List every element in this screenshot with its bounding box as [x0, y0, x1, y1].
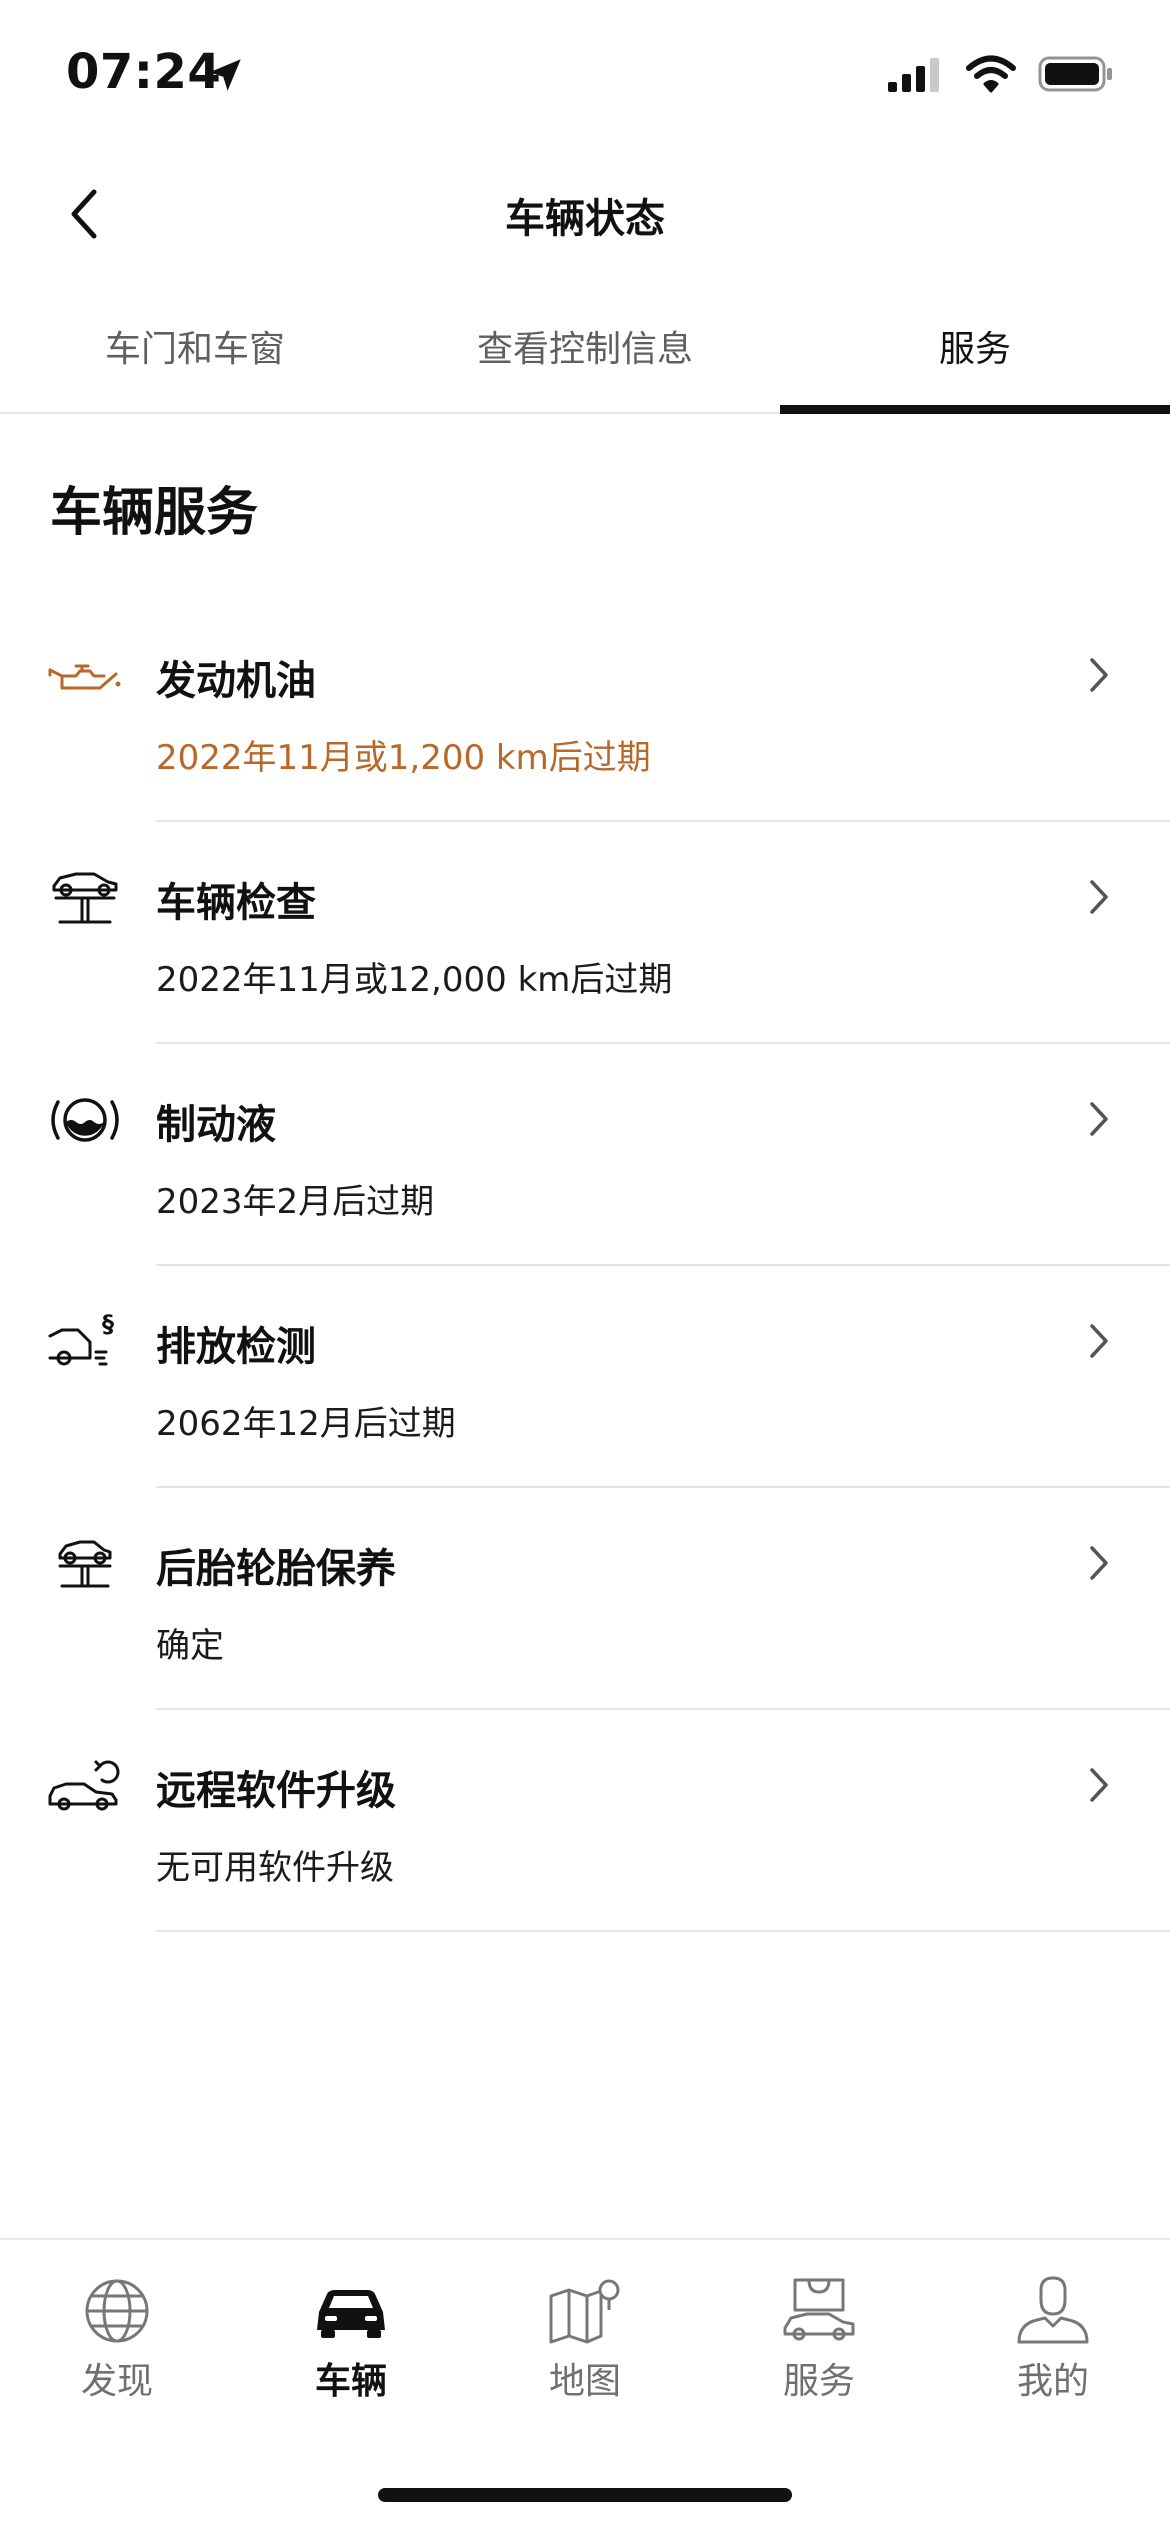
car-icon	[317, 2290, 385, 2338]
home-indicator[interactable]	[378, 2488, 792, 2502]
chevron-right-icon	[1090, 880, 1108, 914]
cellular-signal-icon	[888, 58, 939, 92]
service-status: 确定	[156, 1626, 224, 1666]
divider	[156, 1930, 1170, 1932]
chevron-right-icon	[1090, 1324, 1108, 1358]
service-list: 发动机油 2022年11月或1,200 km后过期 车辆检查 2022年11月或…	[0, 600, 1170, 1932]
section-title: 车辆服务	[50, 483, 259, 543]
service-title: 制动液	[156, 1102, 276, 1148]
globe-icon	[85, 2279, 149, 2343]
bottom-nav-discover[interactable]: 发现	[0, 2240, 234, 2410]
page-title: 车辆状态	[505, 196, 665, 242]
service-item-engine-oil[interactable]: 发动机油 2022年11月或1,200 km后过期	[0, 600, 1170, 822]
tab-service[interactable]: 服务	[780, 296, 1170, 414]
emission-test-icon: §	[48, 1310, 114, 1366]
user-icon	[1017, 2276, 1089, 2344]
battery-icon	[1038, 56, 1112, 92]
shopping-car-icon	[783, 2278, 855, 2341]
bottom-nav-label: 地图	[548, 2361, 621, 2402]
engine-oil-icon	[48, 664, 121, 690]
bottom-nav-label: 车辆	[314, 2361, 387, 2402]
service-title: 后胎轮胎保养	[156, 1546, 396, 1592]
chevron-right-icon	[1090, 1102, 1108, 1136]
remote-software-upgrade-icon	[48, 1760, 120, 1811]
tab-bar: 车门和车窗 查看控制信息 服务	[0, 296, 1170, 414]
vehicle-lift-icon	[52, 872, 118, 924]
service-status: 无可用软件升级	[156, 1848, 394, 1888]
service-title: 排放检测	[156, 1324, 316, 1370]
service-item-remote-software-upgrade[interactable]: 远程软件升级 无可用软件升级	[0, 1710, 1170, 1932]
tab-check-control[interactable]: 查看控制信息	[390, 296, 780, 412]
service-title: 车辆检查	[156, 880, 316, 926]
location-arrow-icon	[209, 59, 241, 91]
bottom-nav-label: 我的	[1016, 2361, 1089, 2402]
bottom-nav-map[interactable]: 地图	[468, 2240, 702, 2410]
bottom-nav-profile[interactable]: 我的	[936, 2240, 1170, 2410]
service-item-brake-fluid[interactable]: 制动液 2023年2月后过期	[0, 1044, 1170, 1266]
wifi-icon	[966, 55, 1016, 93]
status-indicators	[888, 54, 1114, 94]
service-title: 远程软件升级	[156, 1768, 396, 1814]
nav-bar: 车辆状态	[0, 160, 1170, 270]
svg-text:§: §	[102, 1310, 114, 1338]
bottom-nav-service[interactable]: 服务	[702, 2240, 936, 2410]
map-icon	[549, 2279, 620, 2344]
chevron-right-icon	[1090, 658, 1108, 692]
service-status: 2022年11月或1,200 km后过期	[156, 738, 651, 778]
service-title: 发动机油	[156, 658, 316, 704]
service-status: 2022年11月或12,000 km后过期	[156, 960, 673, 1000]
status-time: 07:24	[66, 44, 222, 100]
bottom-nav-label: 发现	[80, 2361, 153, 2402]
tire-service-icon	[58, 1540, 112, 1588]
chevron-right-icon	[1090, 1546, 1108, 1580]
brake-fluid-icon	[51, 1098, 119, 1142]
bottom-nav-label: 服务	[782, 2361, 855, 2402]
tab-doors-windows[interactable]: 车门和车窗	[0, 296, 390, 412]
service-item-emission-test[interactable]: § 排放检测 2062年12月后过期	[0, 1266, 1170, 1488]
bottom-nav-vehicle[interactable]: 车辆	[234, 2240, 468, 2410]
service-item-vehicle-check[interactable]: 车辆检查 2022年11月或12,000 km后过期	[0, 822, 1170, 1044]
service-status: 2023年2月后过期	[156, 1182, 435, 1222]
service-status: 2062年12月后过期	[156, 1404, 456, 1444]
status-bar: 07:24	[0, 0, 1170, 140]
service-item-rear-tire[interactable]: 后胎轮胎保养 确定	[0, 1488, 1170, 1710]
chevron-right-icon	[1090, 1768, 1108, 1802]
